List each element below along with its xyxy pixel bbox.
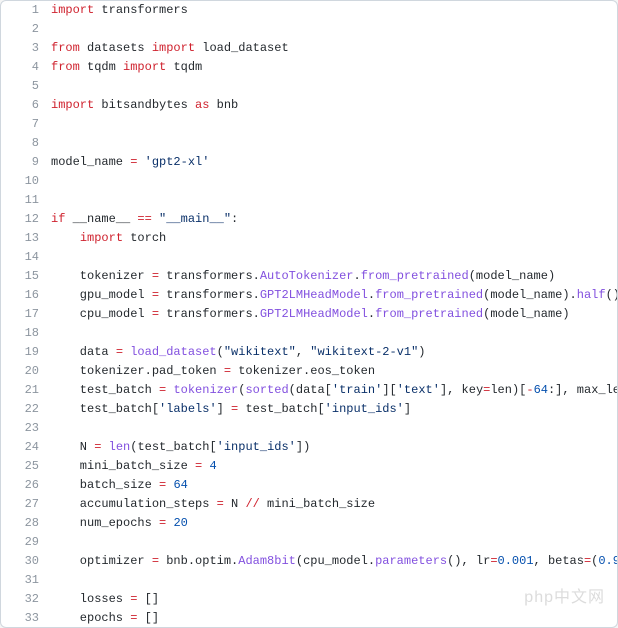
- code-line: 11: [1, 191, 617, 210]
- line-number: 33: [1, 609, 51, 628]
- line-number: 12: [1, 210, 51, 229]
- line-number: 27: [1, 495, 51, 514]
- line-content: from tqdm import tqdm: [51, 58, 617, 77]
- code-line: 15 tokenizer = transformers.AutoTokenize…: [1, 267, 617, 286]
- code-line: 20 tokenizer.pad_token = tokenizer.eos_t…: [1, 362, 617, 381]
- line-number: 2: [1, 20, 51, 39]
- line-content: if __name__ == "__main__":: [51, 210, 617, 229]
- code-line: 32 losses = []: [1, 590, 617, 609]
- line-content: import torch: [51, 229, 617, 248]
- code-line: 30 optimizer = bnb.optim.Adam8bit(cpu_mo…: [1, 552, 617, 571]
- code-line: 18: [1, 324, 617, 343]
- line-content: tokenizer.pad_token = tokenizer.eos_toke…: [51, 362, 617, 381]
- line-content: test_batch['labels'] = test_batch['input…: [51, 400, 617, 419]
- code-line: 10: [1, 172, 617, 191]
- line-number: 20: [1, 362, 51, 381]
- code-line: 8: [1, 134, 617, 153]
- code-line: 4from tqdm import tqdm: [1, 58, 617, 77]
- line-number: 10: [1, 172, 51, 191]
- line-number: 11: [1, 191, 51, 210]
- code-line: 28 num_epochs = 20: [1, 514, 617, 533]
- line-content: import bitsandbytes as bnb: [51, 96, 617, 115]
- line-content: data = load_dataset("wikitext", "wikitex…: [51, 343, 617, 362]
- line-number: 4: [1, 58, 51, 77]
- line-number: 25: [1, 457, 51, 476]
- line-number: 14: [1, 248, 51, 267]
- line-number: 9: [1, 153, 51, 172]
- line-number: 24: [1, 438, 51, 457]
- code-line: 7: [1, 115, 617, 134]
- code-line: 23: [1, 419, 617, 438]
- code-line: 21 test_batch = tokenizer(sorted(data['t…: [1, 381, 617, 400]
- code-line: 19 data = load_dataset("wikitext", "wiki…: [1, 343, 617, 362]
- code-line: 14: [1, 248, 617, 267]
- code-line: 17 cpu_model = transformers.GPT2LMHeadMo…: [1, 305, 617, 324]
- line-number: 3: [1, 39, 51, 58]
- line-number: 8: [1, 134, 51, 153]
- code-line: 31: [1, 571, 617, 590]
- line-content: num_epochs = 20: [51, 514, 617, 533]
- line-number: 19: [1, 343, 51, 362]
- code-line: 12if __name__ == "__main__":: [1, 210, 617, 229]
- line-content: batch_size = 64: [51, 476, 617, 495]
- line-content: N = len(test_batch['input_ids']): [51, 438, 617, 457]
- code-line: 16 gpu_model = transformers.GPT2LMHeadMo…: [1, 286, 617, 305]
- code-line: 3from datasets import load_dataset: [1, 39, 617, 58]
- line-number: 26: [1, 476, 51, 495]
- line-content: gpu_model = transformers.GPT2LMHeadModel…: [51, 286, 617, 305]
- line-number: 23: [1, 419, 51, 438]
- line-number: 13: [1, 229, 51, 248]
- code-line: 27 accumulation_steps = N // mini_batch_…: [1, 495, 617, 514]
- line-number: 6: [1, 96, 51, 115]
- line-number: 16: [1, 286, 51, 305]
- line-number: 31: [1, 571, 51, 590]
- code-line: 33 epochs = []: [1, 609, 617, 628]
- line-content: losses = []: [51, 590, 617, 609]
- line-content: accumulation_steps = N // mini_batch_siz…: [51, 495, 617, 514]
- line-number: 5: [1, 77, 51, 96]
- code-line: 13 import torch: [1, 229, 617, 248]
- line-content: from datasets import load_dataset: [51, 39, 617, 58]
- line-content: tokenizer = transformers.AutoTokenizer.f…: [51, 267, 617, 286]
- line-content: model_name = 'gpt2-xl': [51, 153, 617, 172]
- line-number: 18: [1, 324, 51, 343]
- code-line: 26 batch_size = 64: [1, 476, 617, 495]
- code-line: 24 N = len(test_batch['input_ids']): [1, 438, 617, 457]
- line-content: test_batch = tokenizer(sorted(data['trai…: [51, 381, 617, 400]
- line-number: 30: [1, 552, 51, 571]
- code-line: 2: [1, 20, 617, 39]
- line-number: 1: [1, 1, 51, 20]
- line-content: optimizer = bnb.optim.Adam8bit(cpu_model…: [51, 552, 617, 571]
- line-number: 29: [1, 533, 51, 552]
- line-number: 32: [1, 590, 51, 609]
- code-line: 22 test_batch['labels'] = test_batch['in…: [1, 400, 617, 419]
- code-line: 29: [1, 533, 617, 552]
- code-line: 6import bitsandbytes as bnb: [1, 96, 617, 115]
- line-number: 22: [1, 400, 51, 419]
- line-content: import transformers: [51, 1, 617, 20]
- line-number: 28: [1, 514, 51, 533]
- code-line: 25 mini_batch_size = 4: [1, 457, 617, 476]
- line-number: 17: [1, 305, 51, 324]
- line-content: cpu_model = transformers.GPT2LMHeadModel…: [51, 305, 617, 324]
- line-content: epochs = []: [51, 609, 617, 628]
- code-block: 1import transformers23from datasets impo…: [0, 0, 618, 628]
- code-line: 9model_name = 'gpt2-xl': [1, 153, 617, 172]
- code-line: 5: [1, 77, 617, 96]
- line-number: 7: [1, 115, 51, 134]
- line-number: 15: [1, 267, 51, 286]
- line-content: mini_batch_size = 4: [51, 457, 617, 476]
- line-number: 21: [1, 381, 51, 400]
- code-line: 1import transformers: [1, 1, 617, 20]
